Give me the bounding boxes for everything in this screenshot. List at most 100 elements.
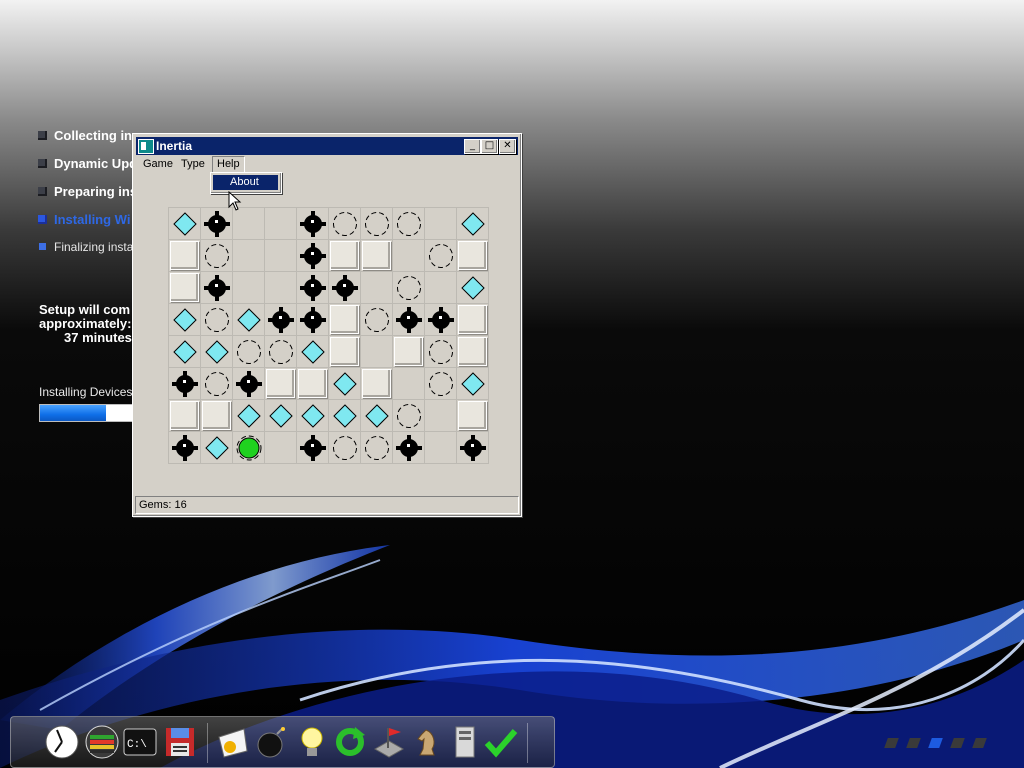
menu-game[interactable]: Game [139, 156, 177, 172]
board-cell-mine [201, 208, 233, 240]
wall-block [458, 305, 487, 334]
lightbulb-icon[interactable] [295, 725, 329, 759]
step-label: Collecting in [54, 128, 132, 143]
wall-block [394, 337, 423, 366]
stop-ring-icon [429, 340, 453, 364]
board-cell-empty [265, 240, 297, 272]
gem-icon [237, 404, 261, 428]
wall-block [362, 369, 391, 398]
floppy-save-icon[interactable] [163, 725, 197, 759]
refresh-icon[interactable] [333, 725, 367, 759]
step-bullet [38, 159, 47, 168]
mine-icon [396, 435, 422, 461]
bomb-icon[interactable] [255, 725, 289, 759]
paint-icon[interactable] [216, 725, 250, 759]
inertia-window: Inertia _ □ ✕ Game Type Help Gems: 16 Ab… [132, 133, 522, 517]
board-cell-wall [265, 368, 297, 400]
stop-ring-icon [205, 372, 229, 396]
step-bullet [39, 243, 46, 250]
board-cell-empty [233, 272, 265, 304]
network-meter-icon[interactable] [85, 725, 119, 759]
board-cell-empty [425, 400, 457, 432]
board-cell-gem [233, 304, 265, 336]
svg-text:C:\: C:\ [127, 739, 147, 751]
wall-block [458, 337, 487, 366]
clock-icon[interactable] [45, 725, 79, 759]
mine-icon [172, 371, 198, 397]
chess-knight-icon[interactable] [410, 725, 444, 759]
stop-ring-icon [397, 212, 421, 236]
board-cell-stop [233, 336, 265, 368]
step-label: Installing Wi [54, 212, 131, 227]
wall-block [170, 401, 199, 430]
board-cell-wall [457, 400, 489, 432]
board-cell-gem [201, 336, 233, 368]
board-cell-wall [457, 336, 489, 368]
wall-block [458, 401, 487, 430]
app-icon [138, 139, 154, 154]
maximize-button[interactable]: □ [481, 139, 498, 154]
setup-time-estimate: Setup will com approximately: 37 minutes [39, 303, 132, 345]
board-cell-wall [169, 400, 201, 432]
wall-block [330, 241, 359, 270]
board-cell-stop [361, 208, 393, 240]
stop-ring-icon [429, 372, 453, 396]
step-bullet [38, 131, 47, 140]
board-cell-wall [169, 272, 201, 304]
command-prompt-icon[interactable]: C:\ [123, 725, 157, 759]
wall-block [298, 369, 327, 398]
board-cell-player [233, 432, 265, 464]
step-label: Preparing ins [54, 184, 138, 199]
wall-block [170, 241, 199, 270]
title-bar[interactable]: Inertia _ □ ✕ [136, 137, 518, 155]
status-bar: Gems: 16 [135, 496, 519, 514]
board-cell-stop [425, 336, 457, 368]
board-cell-stop [361, 432, 393, 464]
board-cell-empty [425, 272, 457, 304]
board-cell-stop [201, 240, 233, 272]
board-cell-wall [457, 240, 489, 272]
wall-block [202, 401, 231, 430]
board-cell-stop [393, 208, 425, 240]
flag-network-icon[interactable] [372, 725, 406, 759]
minimize-button[interactable]: _ [464, 139, 481, 154]
wall-block [458, 241, 487, 270]
stop-ring-icon [365, 308, 389, 332]
checkmark-icon[interactable] [484, 725, 518, 759]
mine-icon [268, 307, 294, 333]
server-icon[interactable] [448, 725, 482, 759]
game-board[interactable] [168, 207, 489, 464]
mine-icon [204, 211, 230, 237]
stop-ring-icon [205, 308, 229, 332]
help-dropdown-menu: About [210, 172, 282, 194]
step-bullet [38, 187, 47, 196]
gem-icon [269, 404, 293, 428]
board-cell-wall [361, 368, 393, 400]
mine-icon [204, 275, 230, 301]
mine-icon [300, 307, 326, 333]
board-cell-empty [361, 272, 393, 304]
board-cell-stop [425, 368, 457, 400]
board-cell-stop [201, 304, 233, 336]
wall-block [266, 369, 295, 398]
menu-type[interactable]: Type [177, 156, 209, 172]
gem-icon [173, 212, 197, 236]
menu-item-about[interactable]: About [213, 175, 278, 190]
board-cell-empty [265, 208, 297, 240]
board-cell-mine [457, 432, 489, 464]
dock-separator [527, 723, 528, 763]
board-cell-gem [329, 368, 361, 400]
wall-block [330, 305, 359, 334]
close-button[interactable]: ✕ [499, 139, 516, 154]
board-cell-empty [361, 336, 393, 368]
time-line: approximately: [39, 316, 132, 331]
board-cell-empty [233, 208, 265, 240]
board-cell-mine [297, 304, 329, 336]
board-cell-gem [457, 368, 489, 400]
stop-ring-icon [269, 340, 293, 364]
wall-block [170, 273, 199, 302]
stop-ring-icon [429, 244, 453, 268]
stop-ring-icon [333, 212, 357, 236]
gem-icon [205, 436, 229, 460]
time-line: Setup will com [39, 302, 131, 317]
